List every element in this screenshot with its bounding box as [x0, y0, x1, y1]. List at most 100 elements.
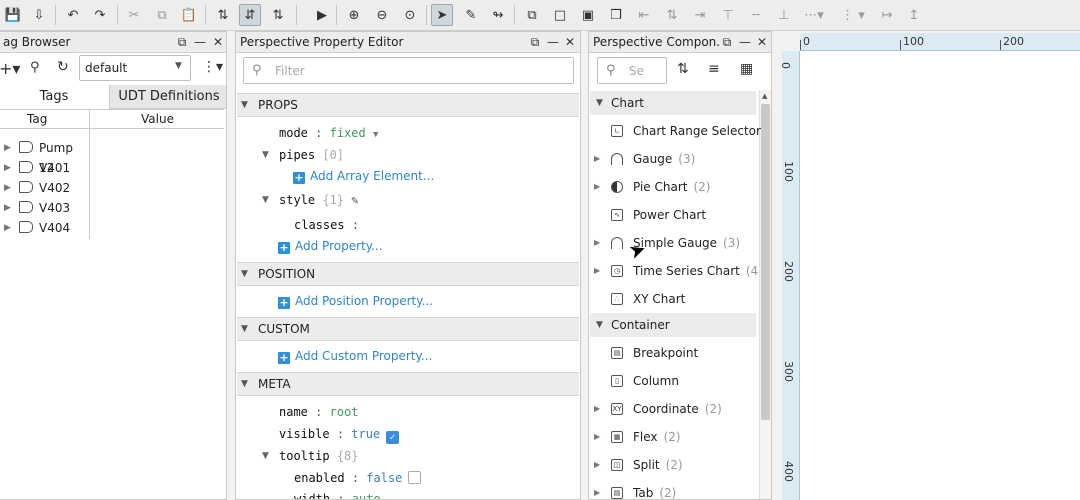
section-custom[interactable]: ▼ CUSTOM: [237, 317, 579, 341]
enabled-checkbox[interactable]: [408, 471, 422, 484]
more-menu-icon[interactable]: ⋮▾: [202, 59, 223, 75]
minimize-icon[interactable]: —: [737, 34, 753, 51]
prop-value[interactable]: true: [351, 427, 380, 441]
play-icon[interactable]: ▶: [311, 4, 333, 26]
group-chart[interactable]: ▼ Chart: [590, 91, 756, 115]
zoom-out-icon[interactable]: ⊖: [371, 4, 393, 26]
align-middle-icon[interactable]: ╌: [745, 4, 767, 26]
refresh-icon[interactable]: ↻: [57, 59, 69, 75]
close-icon[interactable]: ✕: [754, 34, 770, 51]
component-search-input[interactable]: ⚲ Se: [597, 57, 667, 84]
bring-front-icon[interactable]: ▣: [577, 4, 599, 26]
section-meta[interactable]: ▼ META: [237, 372, 579, 396]
component-time-series-chart[interactable]: ▶ ◷ Time Series Chart (4: [589, 257, 759, 285]
prop-value[interactable]: fixed: [330, 126, 366, 140]
expand-icon[interactable]: ▶: [594, 173, 600, 201]
collapse-icon[interactable]: ▼: [262, 150, 269, 160]
component-breakpoint[interactable]: ▤ Breakpoint: [589, 339, 759, 367]
component-coordinate[interactable]: ▶ XY Coordinate (2): [589, 395, 759, 423]
grid-view-icon[interactable]: ▦: [740, 61, 753, 77]
copy-icon[interactable]: ⧉: [151, 4, 173, 26]
prop-value[interactable]: root: [330, 405, 359, 419]
add-position-property-link[interactable]: + Add Position Property...: [278, 292, 433, 310]
visible-checkbox[interactable]: ✓: [386, 431, 400, 444]
component-pie-chart[interactable]: ▶ Pie Chart (2): [589, 173, 759, 201]
zoom-fit-icon[interactable]: ⊙: [399, 4, 421, 26]
prop-pipes[interactable]: pipes [0]: [279, 146, 344, 164]
provider-select[interactable]: default ▼: [79, 55, 191, 81]
search-icon[interactable]: ⚲: [30, 60, 40, 75]
align-left-icon[interactable]: ⇤: [633, 4, 655, 26]
expand-icon[interactable]: ▶: [4, 158, 11, 178]
prop-tooltip[interactable]: tooltip {8}: [279, 447, 359, 465]
close-icon[interactable]: ✕: [210, 34, 226, 51]
flip-vertical-icon[interactable]: ⇵: [239, 4, 261, 26]
prop-classes[interactable]: classes :: [294, 216, 359, 234]
prop-name[interactable]: name : root: [279, 403, 359, 421]
component-flex[interactable]: ▶ ▦ Flex (2): [589, 423, 759, 451]
chevron-down-icon[interactable]: ▼: [373, 130, 378, 140]
align-center-icon[interactable]: ⇅: [661, 4, 683, 26]
snap-icon[interactable]: ⇅: [212, 4, 234, 26]
expand-icon[interactable]: ▶: [594, 479, 600, 499]
view-canvas[interactable]: [800, 51, 1080, 500]
collapse-icon[interactable]: ▼: [262, 451, 269, 461]
add-custom-property-link[interactable]: + Add Custom Property...: [278, 347, 432, 365]
expand-icon[interactable]: ▶: [4, 218, 11, 238]
save-icon[interactable]: 💾: [2, 4, 24, 26]
expand-icon[interactable]: ▶: [4, 138, 11, 158]
redo-icon[interactable]: ↷: [89, 4, 111, 26]
group-icon[interactable]: ⧉: [521, 4, 543, 26]
expand-icon[interactable]: ▶: [594, 257, 600, 285]
close-icon[interactable]: ✕: [562, 34, 578, 51]
prop-value[interactable]: auto: [352, 492, 381, 499]
expand-icon[interactable]: ▶: [594, 145, 600, 173]
prop-value[interactable]: false: [366, 471, 402, 485]
prop-width[interactable]: width : auto: [294, 490, 381, 499]
minimize-icon[interactable]: —: [192, 34, 208, 51]
expand-icon[interactable]: ▶: [4, 178, 11, 198]
component-tab[interactable]: ▶ ▤ Tab (2): [589, 479, 759, 499]
prop-enabled[interactable]: enabled : false: [294, 469, 422, 487]
scrollbar-thumb[interactable]: [761, 104, 770, 420]
style-brush-icon[interactable]: ✎: [351, 193, 358, 207]
send-back-icon[interactable]: ❒: [605, 4, 627, 26]
edit-icon[interactable]: ✎: [460, 4, 482, 26]
float-icon[interactable]: ⧉: [174, 34, 190, 51]
prop-style[interactable]: style {1} ✎: [279, 191, 359, 209]
flip-icon[interactable]: ⇅: [267, 4, 289, 26]
spacing-icon[interactable]: ⋮ ▾: [836, 4, 870, 26]
expand-icon[interactable]: ▶: [594, 229, 600, 257]
height-icon[interactable]: ↥: [903, 4, 925, 26]
sort-icon[interactable]: ⇅: [677, 61, 689, 77]
align-right-icon[interactable]: ⇥: [689, 4, 711, 26]
component-simple-gauge[interactable]: ▶ Simple Gauge (3): [589, 229, 759, 257]
expand-icon[interactable]: ▶: [594, 451, 600, 479]
section-position[interactable]: ▼ POSITION: [237, 262, 579, 286]
component-gauge[interactable]: ▶ Gauge (3): [589, 145, 759, 173]
expand-icon[interactable]: ▶: [594, 395, 600, 423]
zoom-in-icon[interactable]: ⊕: [343, 4, 365, 26]
tab-udt-definitions[interactable]: UDT Definitions: [109, 85, 226, 109]
add-tag-icon[interactable]: +▾: [0, 59, 20, 78]
paste-icon[interactable]: 📋: [178, 4, 200, 26]
ungroup-icon[interactable]: □: [549, 4, 571, 26]
prop-visible[interactable]: visible : true ✓: [279, 425, 400, 444]
minimize-icon[interactable]: —: [545, 34, 561, 51]
save-all-icon[interactable]: ⇩: [28, 4, 50, 26]
tab-tags[interactable]: Tags: [0, 85, 109, 109]
cut-icon[interactable]: ✂: [123, 4, 145, 26]
float-icon[interactable]: ⧉: [527, 34, 543, 51]
align-bottom-icon[interactable]: ⊥: [773, 4, 795, 26]
filter-list-icon[interactable]: ≡: [708, 61, 720, 77]
add-property-link[interactable]: + Add Property...: [278, 237, 383, 255]
scroll-up-icon[interactable]: ▲: [762, 92, 767, 100]
collapse-icon[interactable]: ▼: [262, 195, 269, 205]
filter-input[interactable]: ⚲ Filter: [243, 57, 574, 84]
section-props[interactable]: ▼ PROPS: [237, 93, 579, 117]
component-xy-chart[interactable]: ∴ XY Chart: [589, 285, 759, 313]
scrollbar-track[interactable]: ▲: [759, 90, 771, 499]
expand-icon[interactable]: ▶: [4, 198, 11, 218]
add-array-element-link[interactable]: + Add Array Element...: [293, 167, 434, 185]
group-container[interactable]: ▼ Container: [590, 313, 756, 337]
